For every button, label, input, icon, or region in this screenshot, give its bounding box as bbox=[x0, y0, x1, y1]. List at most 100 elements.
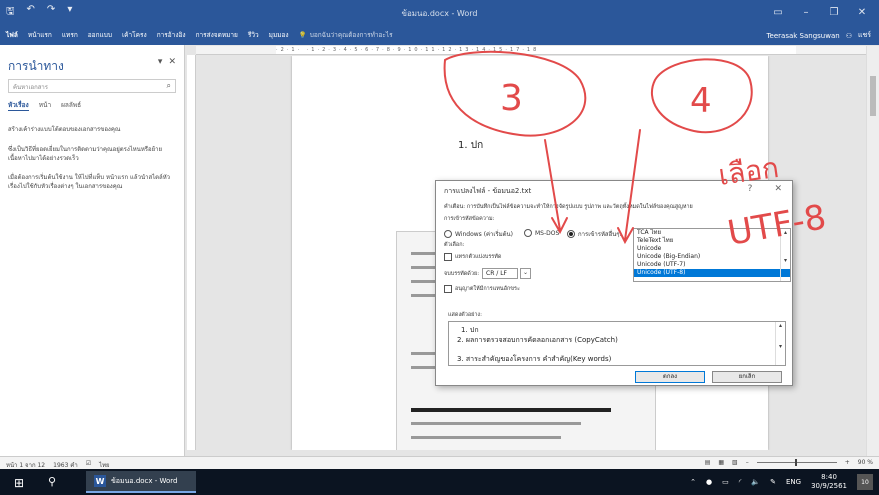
notification-icon[interactable]: 10 bbox=[857, 474, 873, 490]
radio-msdos[interactable]: MS-DOS bbox=[524, 229, 559, 237]
nav-search-input[interactable]: ค้นหาเอกสาร ⌕ bbox=[8, 79, 176, 93]
preview-line: 2. ผลการตรวจสอบการคัดลอกเอกสาร (CopyCatc… bbox=[457, 336, 618, 344]
tab-results[interactable]: ผลลัพธ์ bbox=[61, 100, 81, 111]
taskbar-word-app[interactable]: W ข้อมนอ.docx - Word bbox=[86, 471, 196, 493]
chevron-down-icon[interactable]: ⌄ bbox=[520, 268, 531, 279]
encoding-option[interactable]: TCA ไทย bbox=[634, 229, 790, 237]
zoom-out-icon[interactable]: – bbox=[746, 459, 749, 466]
word-logo-icon: W bbox=[94, 475, 106, 487]
encoding-option[interactable]: Unicode (UTF-7) bbox=[634, 261, 790, 269]
nav-close-icon[interactable]: ✕ bbox=[168, 57, 176, 67]
close-icon[interactable]: ✕ bbox=[849, 3, 875, 21]
dialog-warning: คำเตือน: การบันทึกเป็นไฟล์ข้อความจะทำให้… bbox=[444, 204, 693, 210]
maximize-icon[interactable]: ❐ bbox=[821, 3, 847, 21]
tell-me-text: บอกฉันว่าคุณต้องการทำอะไร bbox=[309, 31, 393, 39]
clock-date: 30/9/2561 bbox=[811, 482, 847, 490]
user-area: Teerasak Sangsuwan ⚇ แชร์ bbox=[766, 30, 871, 41]
file-conversion-dialog: การแปลงไฟล์ - ข้อมนอ2.txt ? ✕ คำเตือน: ก… bbox=[435, 180, 793, 386]
taskbar-search-icon[interactable]: ⚲ bbox=[48, 475, 56, 488]
ok-button[interactable]: ตกลง bbox=[635, 371, 705, 383]
tab-view[interactable]: มุมมอง bbox=[269, 30, 289, 40]
preview-scrollbar[interactable]: ▴ ▾ bbox=[775, 322, 785, 365]
encoding-list[interactable]: TCA ไทย TeleText ไทย Unicode Unicode (Bi… bbox=[633, 228, 791, 282]
checkbox[interactable] bbox=[444, 285, 452, 293]
radio-windows[interactable]: Windows (ค่าเริ่มต้น) bbox=[444, 229, 513, 239]
tray-chevron-icon[interactable]: ⌃ bbox=[690, 478, 696, 486]
horizontal-ruler[interactable]: ·2·1· ·1·2·3·4·5·6·7·8·9·10·11·12·13·14·… bbox=[196, 46, 866, 55]
tab-design[interactable]: ออกแบบ bbox=[88, 30, 112, 40]
battery-icon[interactable]: ▭ bbox=[722, 478, 729, 486]
tab-insert[interactable]: แทรก bbox=[62, 30, 78, 40]
print-layout-icon[interactable]: ▦ bbox=[718, 459, 724, 466]
windows-start-icon[interactable]: ⊞ bbox=[14, 476, 24, 490]
insert-line-breaks-label: แทรกตัวแบ่งบรรทัด bbox=[455, 254, 502, 260]
share-button[interactable]: แชร์ bbox=[858, 30, 871, 41]
end-lines-label: จบบรรทัดด้วย: bbox=[444, 271, 480, 277]
tab-references[interactable]: การอ้างอิง bbox=[157, 30, 186, 40]
preview-box[interactable]: 1. ปก 2. ผลการตรวจสอบการคัดลอกเอกสาร (Co… bbox=[448, 321, 786, 366]
radio-other-encoding[interactable]: การเข้ารหัสอื่นๆ: bbox=[567, 229, 622, 239]
encoding-option[interactable]: Unicode (Big-Endian) bbox=[634, 253, 790, 261]
tab-home[interactable]: หน้าแรก bbox=[28, 30, 52, 40]
help-icon[interactable]: ? bbox=[748, 184, 753, 194]
window-controls: ▭ – ❐ ✕ bbox=[765, 3, 875, 21]
encoding-list-scrollbar[interactable]: ▴ ▾ bbox=[780, 229, 790, 281]
zoom-thumb[interactable] bbox=[794, 459, 797, 466]
vertical-scrollbar[interactable] bbox=[866, 46, 879, 456]
nav-options-icon[interactable]: ▾ bbox=[158, 57, 163, 67]
radio-circle[interactable] bbox=[444, 230, 452, 238]
tray-app-icon[interactable]: ● bbox=[706, 478, 712, 486]
preview-label: แสดงตัวอย่าง: bbox=[448, 312, 482, 318]
tab-review[interactable]: รีวิว bbox=[248, 30, 259, 40]
tab-layout[interactable]: เค้าโครง bbox=[122, 30, 147, 40]
share-icon[interactable]: ⚇ bbox=[846, 32, 852, 40]
allow-substitution-checkbox[interactable]: อนุญาตให้มีการแทนอักขระ bbox=[444, 285, 520, 293]
radio-circle-selected[interactable] bbox=[567, 230, 575, 238]
encoding-option-selected[interactable]: Unicode (UTF-8) bbox=[634, 269, 790, 277]
nav-title: การนำทาง bbox=[8, 59, 64, 73]
nav-search-placeholder: ค้นหาเอกสาร bbox=[13, 84, 48, 91]
zoom-level[interactable]: 90 % bbox=[858, 459, 873, 466]
ribbon-display-icon[interactable]: ▭ bbox=[765, 3, 791, 21]
volume-icon[interactable]: 🔈 bbox=[751, 478, 760, 486]
encoding-option[interactable]: Unicode bbox=[634, 245, 790, 253]
network-icon[interactable]: ◜ bbox=[739, 478, 742, 486]
minimize-icon[interactable]: – bbox=[793, 3, 819, 21]
zoom-slider[interactable] bbox=[756, 459, 837, 466]
checkbox[interactable] bbox=[444, 253, 452, 261]
tab-mailings[interactable]: การส่งจดหมาย bbox=[196, 30, 238, 40]
search-icon[interactable]: ⌕ bbox=[167, 81, 171, 91]
taskbar-app-label: ข้อมนอ.docx - Word bbox=[111, 476, 178, 485]
dialog-title: การแปลงไฟล์ - ข้อมนอ2.txt bbox=[444, 187, 532, 195]
dialog-close-icon[interactable]: ✕ bbox=[774, 184, 782, 194]
title-bar: 🖫 ↶ ↷ ▾ ข้อมนอ.docx - Word ▭ – ❐ ✕ bbox=[0, 0, 879, 25]
clock[interactable]: 8:40 30/9/2561 bbox=[811, 473, 847, 491]
window-title: ข้อมนอ.docx - Word bbox=[401, 9, 478, 18]
cancel-button[interactable]: ยกเลิก bbox=[712, 371, 782, 383]
scroll-thumb[interactable] bbox=[870, 76, 876, 116]
preview-line: 3. สาระสำคัญของโครงการ คำสำคัญ(Key words… bbox=[457, 355, 612, 363]
pen-icon[interactable]: ✎ bbox=[770, 478, 776, 486]
language-indicator[interactable]: ENG bbox=[786, 478, 801, 486]
dialog-controls: ? ✕ bbox=[748, 184, 782, 194]
windows-taskbar: ⊞ ⚲ W ข้อมนอ.docx - Word ⌃ ● ▭ ◜ 🔈 ✎ ENG… bbox=[0, 469, 879, 495]
zoom-in-icon[interactable]: + bbox=[845, 459, 850, 466]
insert-line-breaks-checkbox[interactable]: แทรกตัวแบ่งบรรทัด bbox=[444, 253, 501, 261]
nav-controls: ▾ ✕ bbox=[158, 57, 176, 67]
radio-circle[interactable] bbox=[524, 229, 532, 237]
scan-line bbox=[411, 436, 561, 439]
navigation-pane: การนำทาง ▾ ✕ ค้นหาเอกสาร ⌕ หัวเรื่อง หน้… bbox=[0, 45, 185, 456]
tab-file[interactable]: ไฟล์ bbox=[6, 30, 18, 40]
vertical-ruler[interactable] bbox=[187, 55, 196, 450]
end-lines-select[interactable]: CR / LF bbox=[482, 268, 518, 279]
tab-headings[interactable]: หัวเรื่อง bbox=[8, 100, 29, 111]
web-layout-icon[interactable]: ▧ bbox=[732, 459, 738, 466]
tab-pages[interactable]: หน้า bbox=[39, 100, 51, 111]
user-name[interactable]: Teerasak Sangsuwan bbox=[766, 32, 839, 40]
nav-tabs: หัวเรื่อง หน้า ผลลัพธ์ bbox=[8, 100, 81, 111]
encoding-option[interactable]: TeleText ไทย bbox=[634, 237, 790, 245]
system-tray: ⌃ ● ▭ ◜ 🔈 ✎ ENG 8:40 30/9/2561 10 bbox=[690, 473, 873, 491]
read-mode-icon[interactable]: ▤ bbox=[705, 459, 711, 466]
tell-me-box[interactable]: 💡 บอกฉันว่าคุณต้องการทำอะไร bbox=[299, 30, 393, 40]
status-bar: หน้า 1 จาก 12 1963 คำ ☑ ไทย ▤ ▦ ▧ – + 90… bbox=[0, 456, 879, 469]
